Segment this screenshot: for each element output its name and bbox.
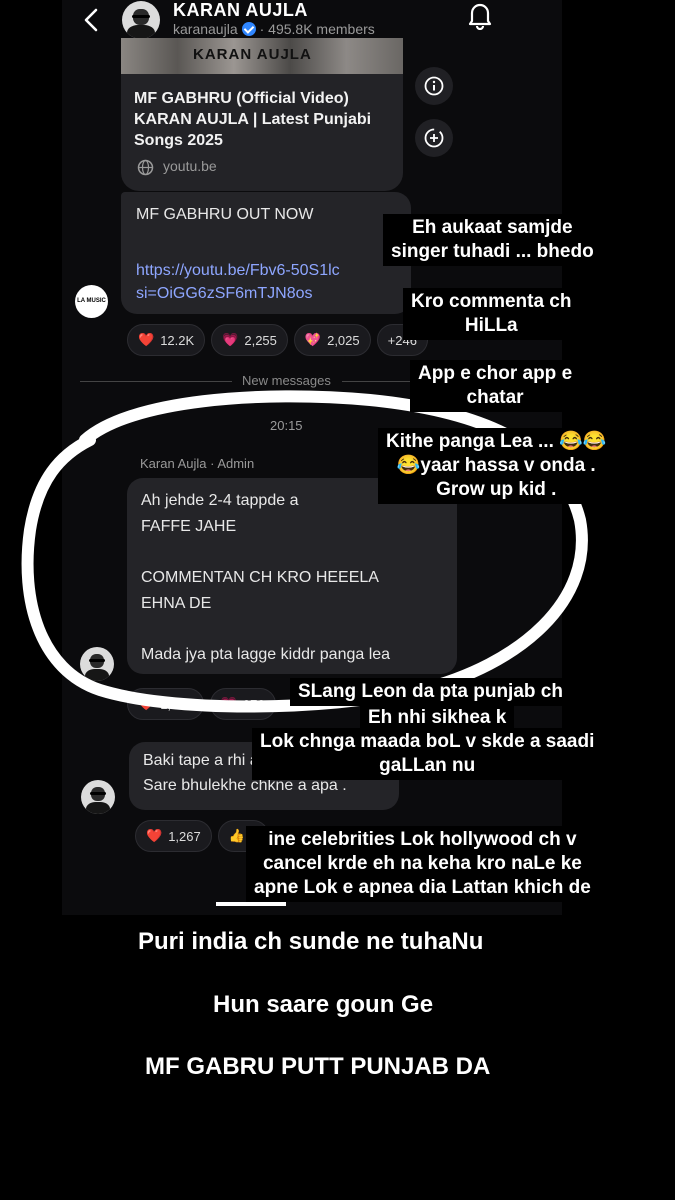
caption-8: ine celebrities Lok hollywood ch v cancel… bbox=[246, 826, 599, 902]
caption-4: Kithe panga Lea ... 😂😂 😂yaar hassa v onda… bbox=[378, 428, 615, 504]
caption-2: Kro commenta ch HiLLa bbox=[403, 288, 580, 340]
caption-11: MF GABRU PUTT PUNJAB DA bbox=[135, 1046, 501, 1088]
caption-7: Lok chnga maada boL v skde a saadi gaLLan… bbox=[252, 728, 603, 780]
caption-10: Hun saare goun Ge bbox=[203, 984, 444, 1026]
caption-9: Puri india ch sunde ne tuhaNu bbox=[128, 921, 494, 963]
story-screen: KARAN AUJLA karanaujla · 495.8K members … bbox=[0, 0, 675, 1200]
caption-5: SLang Leon da pta punjab ch bbox=[290, 678, 571, 706]
caption-3: App e chor app e chatar bbox=[410, 360, 581, 412]
caption-1: Eh aukaat samjde singer tuhadi ... bhedo bbox=[383, 214, 602, 266]
underline-stroke bbox=[216, 902, 286, 906]
